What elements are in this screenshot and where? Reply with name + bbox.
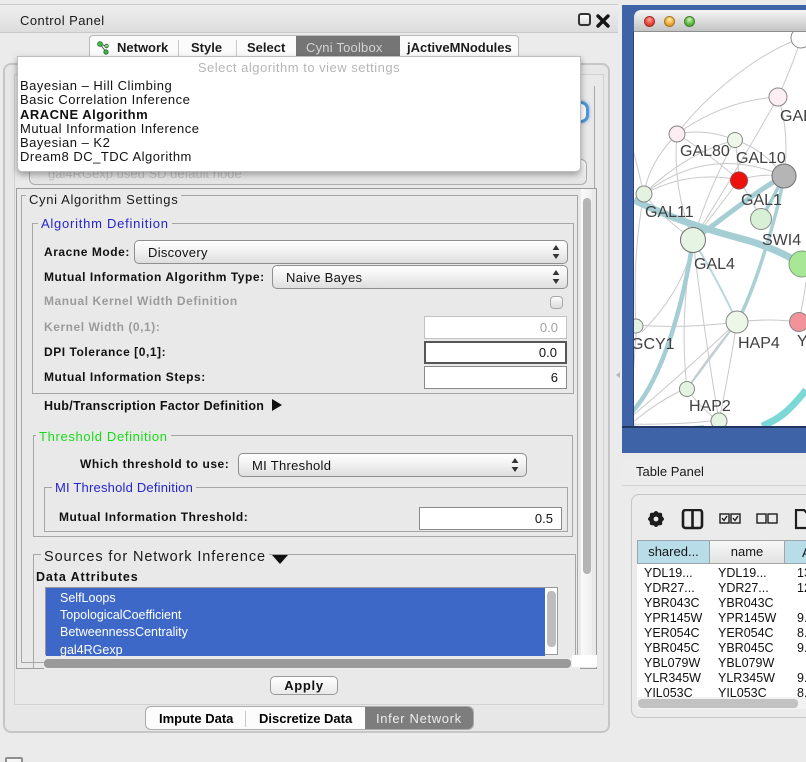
svg-text:GAL1: GAL1 [741,192,782,209]
svg-text:HAP2: HAP2 [689,398,731,415]
svg-text:GAL: GAL [780,108,806,125]
svg-text:GAL11: GAL11 [645,204,694,221]
svg-text:GCY1: GCY1 [634,336,675,353]
svg-text:GAL10: GAL10 [736,150,786,167]
svg-text:Y: Y [797,333,806,350]
svg-text:GAL4: GAL4 [694,256,735,273]
svg-text:HAP4: HAP4 [738,335,780,352]
svg-text:SWI4: SWI4 [762,232,801,249]
svg-text:GAL80: GAL80 [680,143,730,160]
